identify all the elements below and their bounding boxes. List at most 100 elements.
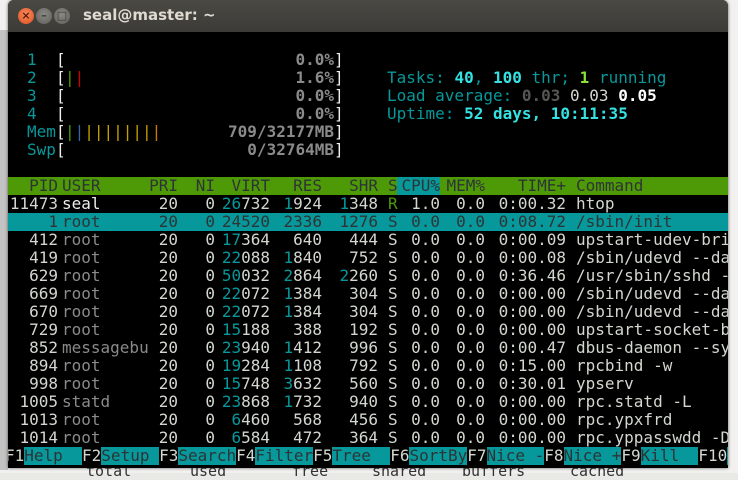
column-header-virt[interactable]: VIRT (231, 177, 270, 195)
process-pid: 1014 (19, 428, 58, 447)
cpu-meter-3-label: 3 (27, 86, 37, 105)
number-thousands: 17 (221, 230, 242, 249)
process-state: S (388, 392, 398, 411)
function-key-f4[interactable]: F4 (236, 447, 255, 465)
process-nice: 0 (205, 194, 215, 213)
function-key-f9[interactable]: F9 (621, 447, 640, 465)
number-thousands: 15 (221, 320, 242, 339)
function-label-f7[interactable]: Nice - (486, 447, 545, 465)
function-label-f8[interactable]: Nice + (563, 447, 622, 465)
function-label-f4[interactable]: Filter (255, 447, 314, 465)
process-row[interactable]: 11473 seal 20 0 26732 1924 1348 R 1.0 0.0 0:00.32 h… (8, 195, 728, 213)
function-label-f6[interactable]: SortBy (409, 447, 468, 465)
process-shr: 940 (349, 392, 378, 411)
process-nice: 0 (205, 356, 215, 375)
number-units: 584 (241, 428, 270, 447)
terminal-window: × – □ seal@master: ~ Tasks: 40, 100 thr;… (8, 0, 728, 468)
cpu-meter-1-value: 0.0% (295, 50, 334, 69)
process-state: S (388, 320, 398, 339)
function-key-f3[interactable]: F3 (159, 447, 178, 465)
column-header-ni[interactable]: NI (196, 177, 215, 195)
process-row[interactable]: 669 root 20 0 22072 1384 304 S 0.0 0.0 0:00.00/sbi… (8, 285, 728, 303)
function-key-f1[interactable]: F1 (8, 447, 24, 465)
number-thousands: 23 (221, 338, 242, 357)
column-header-shr[interactable]: SHR (349, 177, 378, 195)
function-label-f3[interactable]: Search (178, 447, 237, 465)
function-key-f5[interactable]: F5 (313, 447, 332, 465)
column-header-command[interactable]: Command (576, 177, 643, 195)
column-header-pid[interactable]: PID (29, 177, 58, 195)
process-shr: 2260 (339, 267, 378, 285)
process-res: 1840 (283, 249, 322, 267)
process-row[interactable]: 1014 root 20 0 6584 472 364 S 0.0 0.0 0:00.00 rpc.y… (8, 429, 728, 447)
process-row[interactable]: 852 messagebu 20 0 23940 1412 996 S 0.0 0.0 0:00.4… (8, 339, 728, 357)
process-cpu-percent: 0.0 (411, 410, 440, 429)
process-cpu-percent: 0.0 (411, 266, 440, 285)
process-res: 1108 (283, 357, 322, 375)
function-key-f7[interactable]: F7 (467, 447, 486, 465)
function-label-f10[interactable]: Quit (727, 447, 728, 465)
column-header-s[interactable]: S (388, 177, 398, 195)
process-res: 568 (293, 410, 322, 429)
function-label-f5[interactable]: Tree (332, 447, 391, 465)
function-key-f10[interactable]: F10 (698, 447, 727, 465)
number-units: 088 (241, 248, 270, 267)
process-state: S (388, 248, 398, 267)
function-key-f8[interactable]: F8 (544, 447, 563, 465)
process-state: S (388, 266, 398, 285)
close-icon: × (21, 9, 31, 22)
number-thousands: 24 (221, 212, 242, 231)
process-user: seal (62, 194, 101, 213)
cpu-meter-1-close-bracket: ] (334, 50, 344, 69)
process-time: 0:00.00 (498, 320, 566, 339)
process-row[interactable]: 419 root 20 0 22088 1840 752 S 0.0 0.0 0:00.08/sbi… (8, 249, 728, 267)
column-header-mem[interactable]: MEM% (446, 177, 485, 195)
column-header-cpu[interactable]: CPU% (397, 177, 440, 195)
process-res: 472 (293, 428, 322, 447)
memory-meter: Mem[| | | | | | | | | | 709/32177MB] (8, 123, 728, 141)
htop-screen[interactable]: Tasks: 40, 100 thr; 1 running Load avera… (8, 32, 728, 468)
column-header-time[interactable]: TIME+ (518, 177, 566, 195)
function-key-f2[interactable]: F2 (82, 447, 101, 465)
function-label-f2[interactable]: Setup (101, 447, 160, 465)
memory-meter-bar-segment: | (65, 122, 75, 141)
process-row[interactable]: 412 root 20 0 17364 640 444 S 0.0 0.0 0:00.09 upsta… (8, 231, 728, 249)
process-row[interactable]: 998 root 20 0 15748 3632 560 S 0.0 0.0 0:30.01 ypse… (8, 375, 728, 393)
function-key-f6[interactable]: F6 (390, 447, 409, 465)
memory-meter-label: Mem (27, 122, 56, 141)
cpu-meter-2-label: 2 (27, 68, 37, 87)
process-state: S (388, 338, 398, 357)
process-res: 1732 (283, 393, 322, 411)
process-mem-percent: 0.0 (456, 428, 485, 447)
column-header-user[interactable]: USER (62, 177, 101, 195)
process-virt: 6584 (231, 429, 270, 447)
cpu-meter-4: 4 [0.0%] (8, 105, 728, 123)
column-header-pri[interactable]: PRI (149, 177, 178, 195)
process-res: 2864 (283, 267, 322, 285)
process-row[interactable]: 1005 statd 20 0 23868 1732 940 S 0.0 0.0 0:00.00 rp… (8, 393, 728, 411)
process-row[interactable]: 1013 root 20 0 6460 568 456 S 0.0 0.0 0:00.00 rpc.y… (8, 411, 728, 429)
minimize-button[interactable]: – (36, 8, 52, 24)
process-cpu-percent: 0.0 (411, 248, 440, 267)
process-virt: 6460 (231, 411, 270, 429)
process-command: /sbin/init (576, 212, 673, 231)
column-header-res[interactable]: RES (293, 177, 322, 195)
process-row[interactable]: 894 root 20 0 19284 1108 792 S 0.0 0.0 0:15.00 rpcb… (8, 357, 728, 375)
function-label-f1[interactable]: Help (24, 447, 83, 465)
process-row[interactable]: 1 root 20 0 24520 2336 1276 S 0.0 0.0 0:08.72/sbin… (8, 213, 728, 231)
process-row[interactable]: 670 root 20 0 22072 1384 304 S 0.0 0.0 0:00.00/sbi… (8, 303, 728, 321)
process-cpu-percent: 0.0 (411, 320, 440, 339)
process-cpu-percent: 0.0 (411, 212, 440, 231)
process-priority: 20 (158, 320, 178, 339)
process-shr: 792 (349, 356, 378, 375)
title-bar[interactable]: × – □ seal@master: ~ (8, 0, 728, 32)
process-row[interactable]: 629 root 20 0 50032 2864 2260 S 0.0 0.0 0:36.46/us… (8, 267, 728, 285)
process-time: 0:00.47 (498, 338, 566, 357)
maximize-button[interactable]: □ (54, 8, 70, 24)
process-mem-percent: 0.0 (456, 392, 485, 411)
process-mem-percent: 0.0 (456, 230, 485, 249)
swap-meter-value: 0/32764MB (247, 140, 334, 159)
process-row[interactable]: 729 root 20 0 15188 388 192 S 0.0 0.0 0:00.00 upsta… (8, 321, 728, 339)
function-label-f9[interactable]: Kill (640, 447, 699, 465)
close-button[interactable]: × (18, 8, 34, 24)
